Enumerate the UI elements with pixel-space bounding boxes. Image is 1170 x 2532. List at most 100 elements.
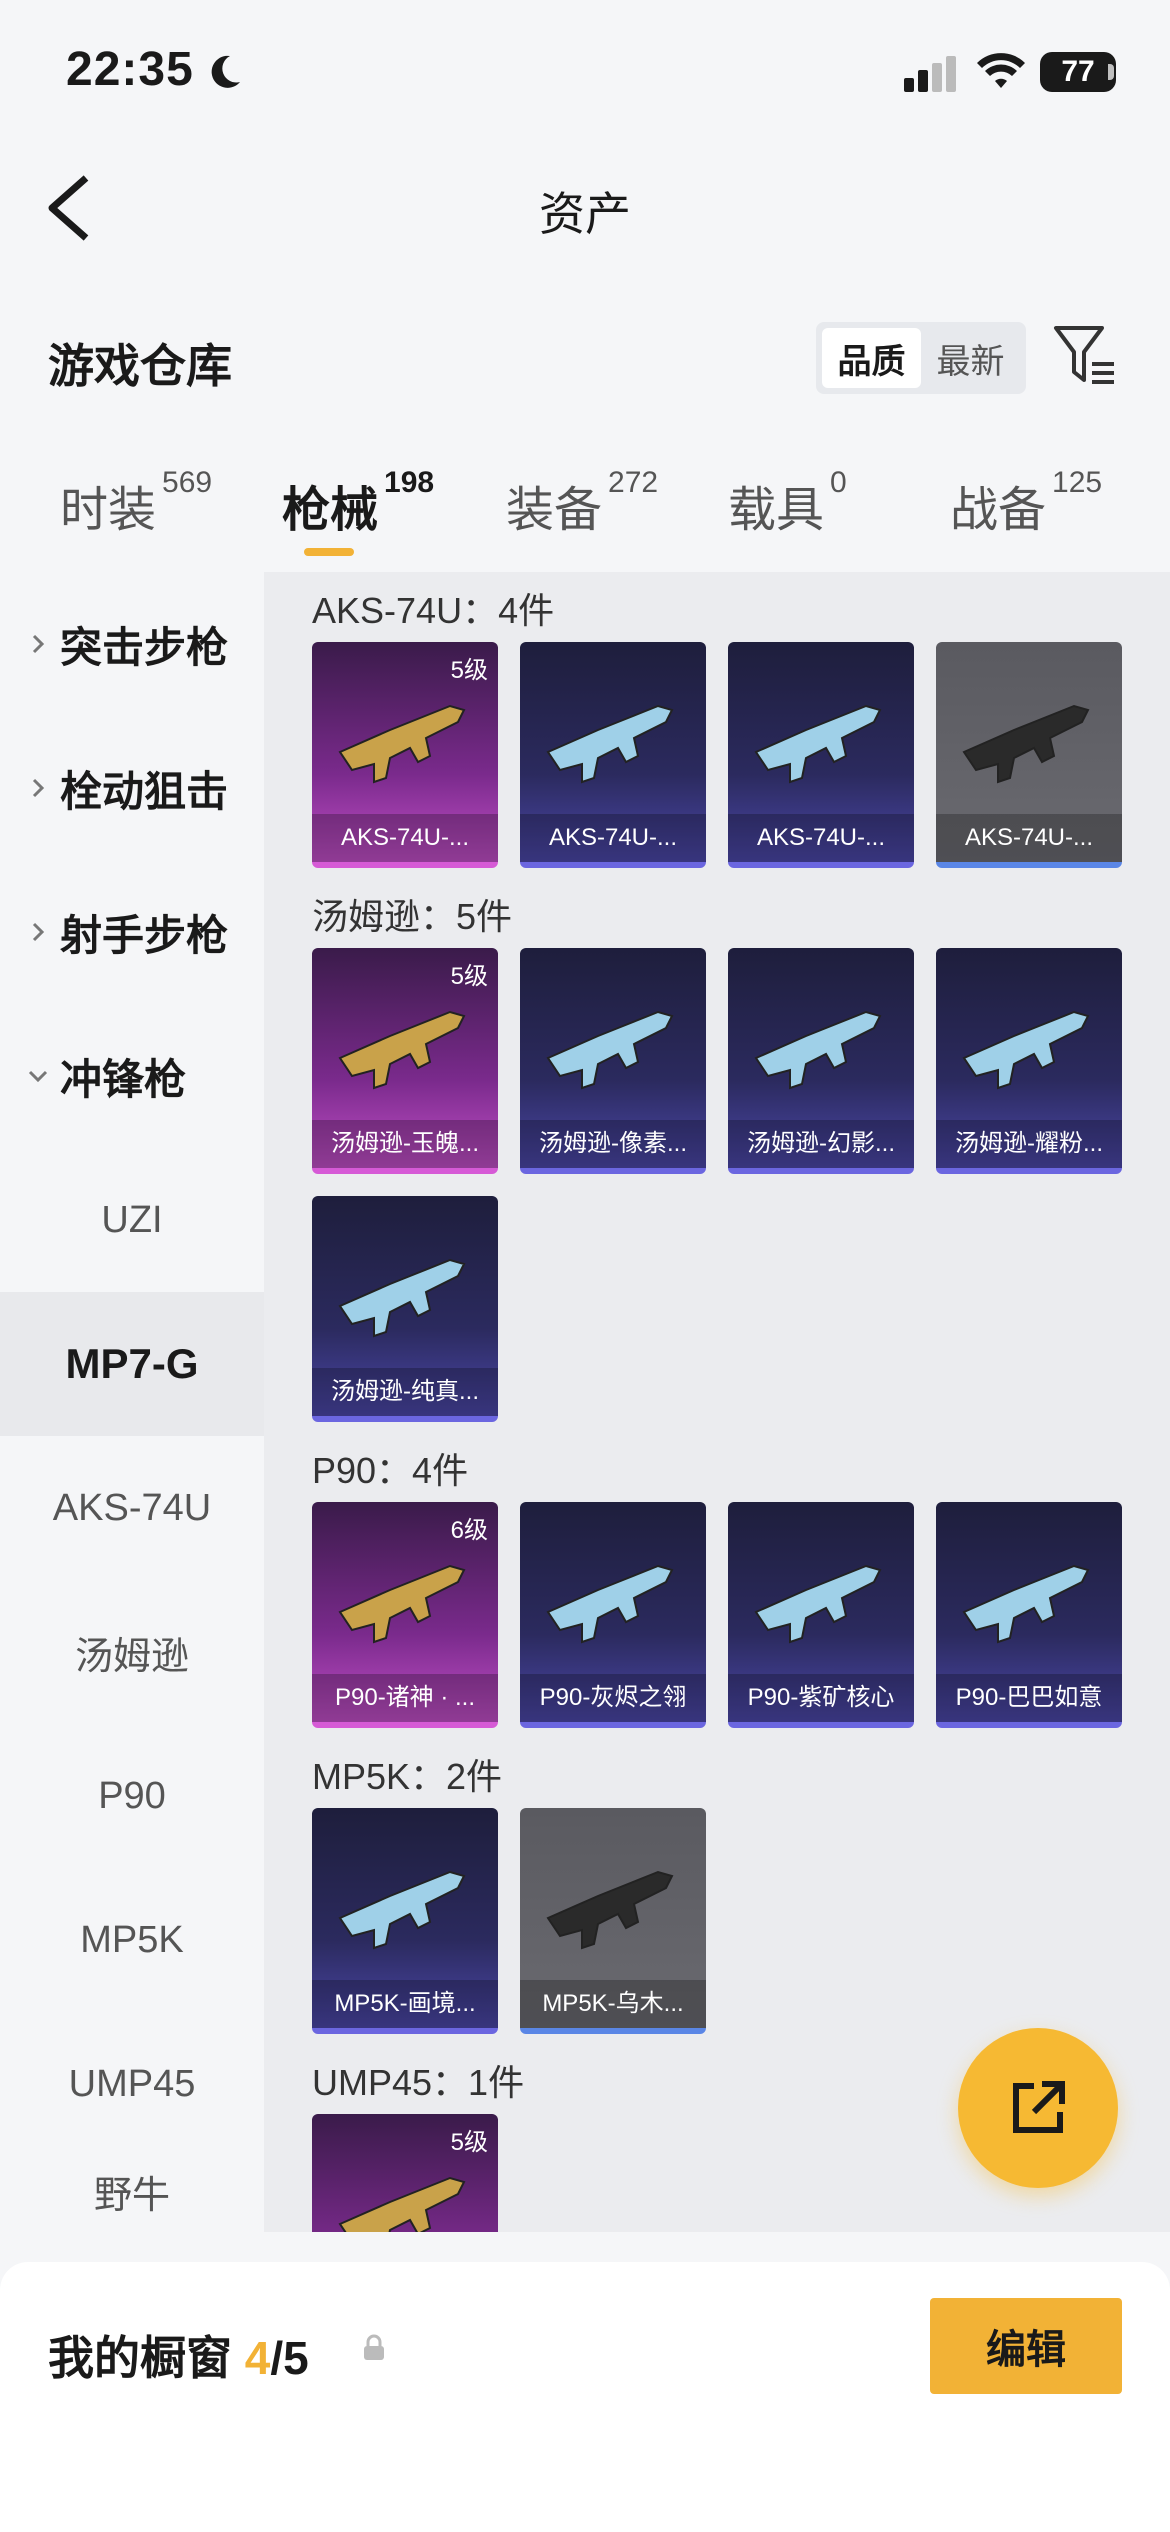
category-tabs: 时装569 枪械198 装备272 载具0 战备125 (0, 466, 1170, 560)
sidebar-item-assault-rifle[interactable]: 突击步枪 (0, 572, 264, 716)
edit-button[interactable]: 编辑 (930, 2298, 1122, 2394)
sort-quality-button[interactable]: 品质 (822, 328, 921, 388)
battery-indicator: 77 (1040, 52, 1116, 92)
weapon-card[interactable]: P90-灰烬之翎 (520, 1502, 706, 1728)
chevron-right-icon (32, 922, 45, 942)
share-button[interactable] (958, 2028, 1118, 2188)
group-title: 汤姆逊：5件 (312, 896, 513, 937)
card-label: AKS-74U-... (728, 814, 914, 862)
tab-count: 272 (608, 466, 659, 499)
weapon-card[interactable]: MP5K-画境... (312, 1808, 498, 2034)
card-label: AKS-74U-... (312, 814, 498, 862)
sort-toggle: 品质 最新 (816, 322, 1026, 394)
showcase-current-count: 4 (244, 2332, 271, 2384)
moon-icon (211, 55, 240, 88)
weapon-card[interactable]: 5级 汤姆逊-玉魄... (312, 948, 498, 1174)
weapon-skin-image (962, 1564, 1090, 1644)
chevron-right-icon (32, 778, 45, 798)
weapon-skin-image (962, 704, 1090, 784)
signal-icon (904, 56, 956, 92)
weapon-card[interactable]: 5级 AKS-74U-... (312, 642, 498, 868)
weapon-card[interactable]: 汤姆逊-幻影... (728, 948, 914, 1174)
card-label: P90-灰烬之翎 (520, 1674, 706, 1722)
tab-firearms[interactable]: 枪械198 (282, 466, 434, 540)
card-label: 汤姆逊-纯真... (312, 1368, 498, 1416)
tab-gear[interactable]: 战备125 (950, 466, 1102, 540)
weapon-card[interactable]: 5级 (312, 2114, 498, 2232)
weapon-card[interactable]: 6级 P90-诸神 · ... (312, 1502, 498, 1728)
tab-active-indicator (304, 548, 354, 556)
tab-vehicles[interactable]: 载具0 (728, 466, 847, 540)
weapon-skin-image (754, 1564, 882, 1644)
sidebar-item-ump45[interactable]: UMP45 (0, 2012, 264, 2156)
sidebar-item-mp7g[interactable]: MP7-G (0, 1292, 264, 1436)
sidebar-item-p90[interactable]: P90 (0, 1724, 264, 1868)
sidebar-item-smg[interactable]: 冲锋枪 (0, 1004, 264, 1148)
card-label: 汤姆逊-幻影... (728, 1120, 914, 1168)
card-level-badge: 6级 (450, 1517, 488, 1544)
tab-label: 战备 (950, 484, 1047, 537)
sidebar-item-marksman-rifle[interactable]: 射手步枪 (0, 860, 264, 1004)
weapon-card[interactable]: 汤姆逊-像素... (520, 948, 706, 1174)
sort-newest-button[interactable]: 最新 (921, 328, 1020, 388)
tab-fashion[interactable]: 时装569 (60, 466, 212, 540)
showcase-label: 我的橱窗 4/5 (48, 2322, 309, 2388)
showcase-total-count: /5 (270, 2332, 309, 2384)
group-title: AKS-74U：4件 (312, 590, 555, 631)
tab-count: 569 (162, 466, 213, 499)
sidebar-label: 冲锋枪 (60, 1055, 187, 1103)
card-label: AKS-74U-... (520, 814, 706, 862)
weapon-skin-image (338, 1870, 466, 1950)
group-title: UMP45：1件 (312, 2062, 525, 2103)
weapon-skin-image (546, 1010, 674, 1090)
wifi-icon (977, 53, 1025, 88)
weapon-card[interactable]: 汤姆逊-纯真... (312, 1196, 498, 1422)
sidebar-item-aks74u[interactable]: AKS-74U (0, 1436, 264, 1580)
tab-count: 0 (830, 466, 847, 499)
tab-label: 载具 (728, 484, 825, 537)
sidebar-item-mp5k[interactable]: MP5K (0, 1868, 264, 2012)
share-icon (1013, 2081, 1065, 2133)
card-label: P90-巴巴如意 (936, 1674, 1122, 1722)
weapon-card[interactable]: AKS-74U-... (728, 642, 914, 868)
weapon-card[interactable]: P90-紫矿核心 (728, 1502, 914, 1728)
weapon-skin-image (754, 1010, 882, 1090)
weapon-skin-image (338, 1258, 466, 1338)
tab-count: 125 (1052, 466, 1103, 499)
lock-icon (364, 2334, 384, 2360)
sidebar-item-uzi[interactable]: UZI (0, 1148, 264, 1292)
weapon-skin-image (338, 704, 466, 784)
sidebar-label: 突击步枪 (60, 623, 229, 671)
sidebar-label: 栓动狙击 (60, 767, 229, 815)
card-label: P90-紫矿核心 (728, 1674, 914, 1722)
weapon-card[interactable]: P90-巴巴如意 (936, 1502, 1122, 1728)
weapon-card[interactable]: AKS-74U-... (520, 642, 706, 868)
tab-equipment[interactable]: 装备272 (506, 466, 658, 540)
weapon-skin-image (338, 1564, 466, 1644)
filter-icon[interactable] (1052, 322, 1118, 388)
showcase-bar: 我的橱窗 4/5 编辑 (0, 2262, 1170, 2532)
group-title: MP5K：2件 (312, 1756, 503, 1797)
tab-label: 装备 (506, 484, 603, 537)
sidebar-item-bizon[interactable]: 野牛 (0, 2156, 264, 2232)
tab-label: 时装 (60, 484, 157, 537)
card-level-badge: 5级 (450, 2129, 488, 2156)
sidebar-item-thompson[interactable]: 汤姆逊 (0, 1580, 264, 1724)
weapon-card[interactable]: 汤姆逊-耀粉... (936, 948, 1122, 1174)
battery-tip (1108, 64, 1114, 80)
weapon-card[interactable]: AKS-74U-... (936, 642, 1122, 868)
weapon-grid: AKS-74U：4件 5级 AKS-74U-... AKS-74U-... AKS-74… (264, 572, 1170, 2232)
showcase-title: 我的橱窗 (48, 2332, 232, 2384)
page-title: 资产 (539, 188, 631, 240)
section-title: 游戏仓库 (48, 340, 232, 392)
card-label: 汤姆逊-像素... (520, 1120, 706, 1168)
status-bar: 22:35 77 (0, 0, 1170, 150)
sidebar-item-bolt-sniper[interactable]: 栓动狙击 (0, 716, 264, 860)
weapon-card[interactable]: MP5K-乌木... (520, 1808, 706, 2034)
weapon-skin-image (546, 704, 674, 784)
status-time: 22:35 (66, 43, 194, 96)
group-title: P90：4件 (312, 1450, 469, 1491)
sidebar-label: 射手步枪 (60, 911, 229, 959)
weapon-skin-image (754, 704, 882, 784)
card-label: MP5K-乌木... (520, 1980, 706, 2028)
